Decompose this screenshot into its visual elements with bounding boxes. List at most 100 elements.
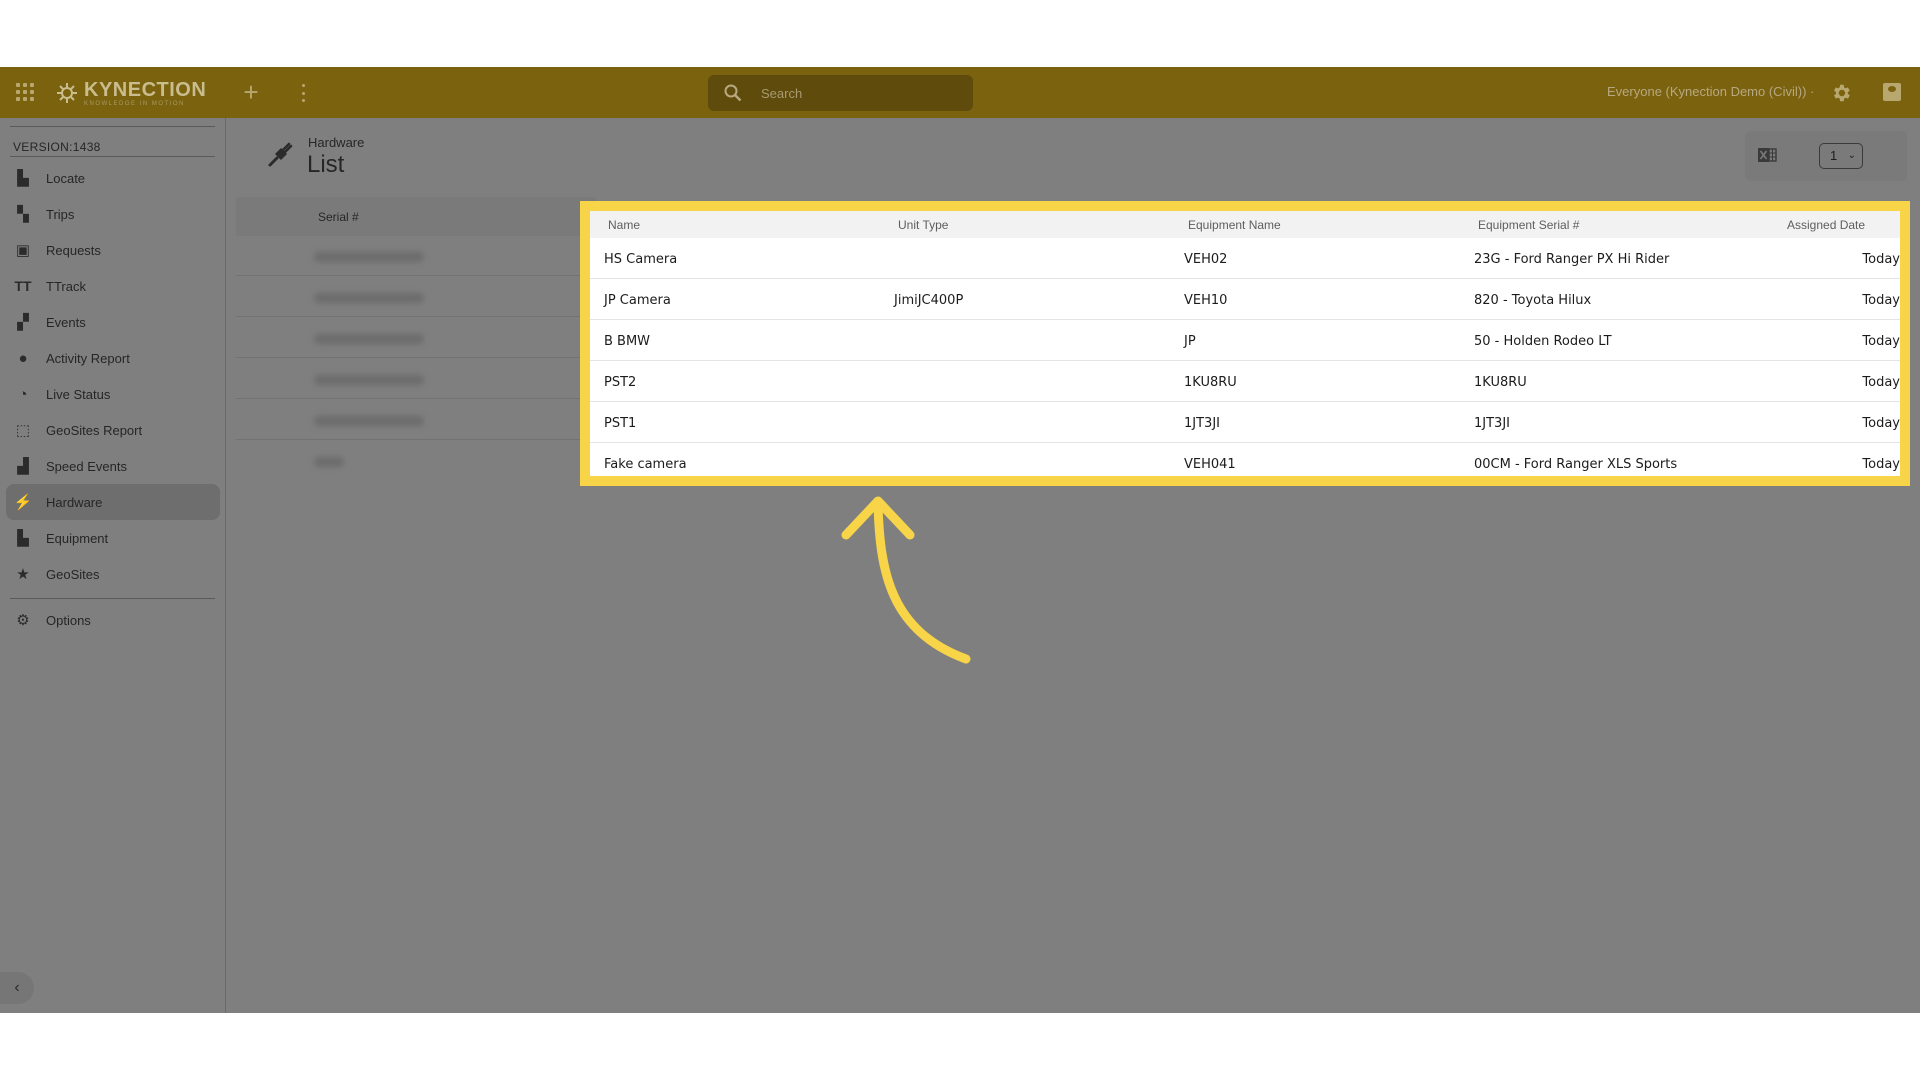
more-menu-icon[interactable]: [293, 81, 313, 105]
table-row[interactable]: [236, 277, 596, 317]
kynection-logo[interactable]: KYNECTION KNOWLEDGE IN MOTION: [56, 79, 206, 107]
table-row[interactable]: [236, 236, 596, 276]
sidebar-item-label: Options: [46, 612, 91, 628]
sidebar-item-activity-report[interactable]: ● Activity Report: [6, 340, 220, 376]
live-status-icon: ◔: [18, 385, 28, 403]
table-row[interactable]: B BMW JP 50 - Holden Rodeo LT Today: [590, 320, 1900, 361]
sidebar-item-options[interactable]: ⚙ Options: [6, 602, 220, 638]
divider: [10, 126, 215, 127]
sidebar: VERSION:1438 ▙ Locate ▚ Trips ▣ Requests…: [0, 118, 226, 1013]
table-header: Name Unit Type Equipment Name Equipment …: [590, 211, 1900, 238]
cell-name: HS Camera: [604, 252, 678, 267]
cell-equipment-serial: 1KU8RU: [1474, 375, 1527, 390]
geosites-report-icon: ⬚: [15, 422, 31, 439]
add-button[interactable]: +: [237, 78, 265, 106]
column-header-serial: Serial #: [318, 210, 359, 224]
table-row[interactable]: HS Camera VEH02 23G - Ford Ranger PX Hi …: [590, 238, 1900, 279]
star-icon: ★: [16, 566, 30, 583]
column-header-assigned-date[interactable]: Assigned Date: [1787, 218, 1865, 232]
road-icon: ▟: [17, 458, 29, 475]
sidebar-item-ttrack[interactable]: TT TTrack: [6, 268, 220, 304]
column-header-name[interactable]: Name: [608, 218, 640, 232]
cell-assigned-date: Today: [1862, 375, 1900, 390]
cell-equipment-serial: 23G - Ford Ranger PX Hi Rider: [1474, 252, 1670, 267]
events-icon: ▞: [17, 314, 29, 331]
cell-assigned-date: Today: [1862, 252, 1900, 267]
cell-assigned-date: Today: [1862, 457, 1900, 472]
sidebar-item-label: Activity Report: [46, 350, 130, 366]
page-number-select[interactable]: 1 ⌄: [1819, 143, 1863, 169]
table-row[interactable]: [236, 400, 596, 440]
cell-equipment-name: VEH041: [1184, 457, 1236, 472]
cell-assigned-date: Today: [1862, 293, 1900, 308]
logo-tagline: KNOWLEDGE IN MOTION: [84, 100, 185, 107]
sidebar-item-label: Equipment: [46, 530, 109, 546]
sidebar-item-requests[interactable]: ▣ Requests: [6, 232, 220, 268]
version-label: VERSION:1438: [13, 140, 101, 154]
search-placeholder: Search: [761, 86, 803, 101]
page-number-value: 1: [1830, 148, 1838, 163]
search-input[interactable]: Search: [708, 75, 973, 111]
sidebar-item-trips[interactable]: ▚ Trips: [6, 196, 220, 232]
table-row[interactable]: [236, 318, 596, 358]
account-icon[interactable]: [1883, 83, 1901, 101]
collapse-sidebar-button[interactable]: ‹: [0, 972, 34, 1004]
apps-grid-icon[interactable]: [16, 83, 34, 101]
table-row[interactable]: JP Camera JimiJC400P VEH10 820 - Toyota …: [590, 279, 1900, 320]
column-header-equipment-serial[interactable]: Equipment Serial #: [1478, 218, 1579, 232]
app-window: KYNECTION KNOWLEDGE IN MOTION + Search E…: [0, 67, 1920, 1013]
sidebar-item-speed-events[interactable]: ▟ Speed Events: [6, 448, 220, 484]
cell-equipment-serial: 00CM - Ford Ranger XLS Sports: [1474, 457, 1678, 472]
cell-name: PST1: [604, 416, 637, 431]
table-toolbar: 1 ⌄: [1745, 131, 1907, 181]
sidebar-item-label: Requests: [46, 242, 101, 258]
column-header-equipment-name[interactable]: Equipment Name: [1188, 218, 1281, 232]
cell-assigned-date: Today: [1862, 416, 1900, 431]
gear-icon[interactable]: [1830, 82, 1852, 104]
trips-icon: ▚: [17, 206, 29, 223]
excel-export-icon[interactable]: [1757, 146, 1777, 164]
sidebar-item-label: Events: [46, 314, 86, 330]
cell-name: Fake camera: [604, 457, 687, 472]
cell-name: PST2: [604, 375, 637, 390]
table-row[interactable]: PST1 1JT3JI 1JT3JI Today: [590, 402, 1900, 443]
logo-name: KYNECTION: [84, 78, 207, 101]
search-icon: [724, 84, 742, 102]
sidebar-item-hardware[interactable]: ⚡ Hardware: [6, 484, 220, 520]
sidebar-item-label: Locate: [46, 170, 86, 186]
map-icon: ▙: [17, 170, 29, 187]
cell-equipment-serial: 1JT3JI: [1474, 416, 1510, 431]
sidebar-item-label: GeoSites Report: [46, 422, 143, 438]
gear-icon: ⚙: [16, 612, 30, 629]
ttrack-icon: TT: [14, 278, 32, 294]
table-row[interactable]: Fake camera VEH041 00CM - Ford Ranger XL…: [590, 443, 1900, 484]
sidebar-item-label: GeoSites: [46, 566, 100, 582]
sidebar-item-geosites-report[interactable]: ⬚ GeoSites Report: [6, 412, 220, 448]
sidebar-item-locate[interactable]: ▙ Locate: [6, 160, 220, 196]
table-row[interactable]: [236, 359, 596, 399]
requests-icon: ▣: [15, 242, 31, 259]
cell-name: JP Camera: [604, 293, 671, 308]
cell-assigned-date: Today: [1862, 334, 1900, 349]
sidebar-item-live-status[interactable]: ◔ Live Status: [6, 376, 220, 412]
organization-selector[interactable]: Everyone (Kynection Demo (Civil)) ·: [1607, 84, 1814, 99]
logo-mark-icon: [56, 82, 78, 104]
plug-icon: ⚡: [13, 494, 33, 511]
table-row[interactable]: PST2 1KU8RU 1KU8RU Today: [590, 361, 1900, 402]
breadcrumb[interactable]: Hardware: [308, 135, 364, 150]
cell-equipment-name: JP: [1184, 334, 1196, 349]
column-header-unit-type[interactable]: Unit Type: [898, 218, 948, 232]
sidebar-item-geosites[interactable]: ★ GeoSites: [6, 556, 220, 592]
page-title: List: [307, 151, 345, 178]
divider: [10, 598, 215, 599]
cell-unit-type: JimiJC400P: [894, 293, 964, 308]
table-row[interactable]: [236, 441, 596, 481]
sidebar-item-label: TTrack: [46, 278, 86, 294]
sidebar-item-label: Speed Events: [46, 458, 127, 474]
sidebar-item-label: Live Status: [46, 386, 111, 402]
plug-icon: [268, 142, 293, 167]
sidebar-item-events[interactable]: ▞ Events: [6, 304, 220, 340]
sidebar-item-equipment[interactable]: ▙ Equipment: [6, 520, 220, 556]
top-bar: KYNECTION KNOWLEDGE IN MOTION + Search E…: [0, 67, 1920, 118]
chevron-down-icon: ⌄: [1847, 150, 1856, 161]
